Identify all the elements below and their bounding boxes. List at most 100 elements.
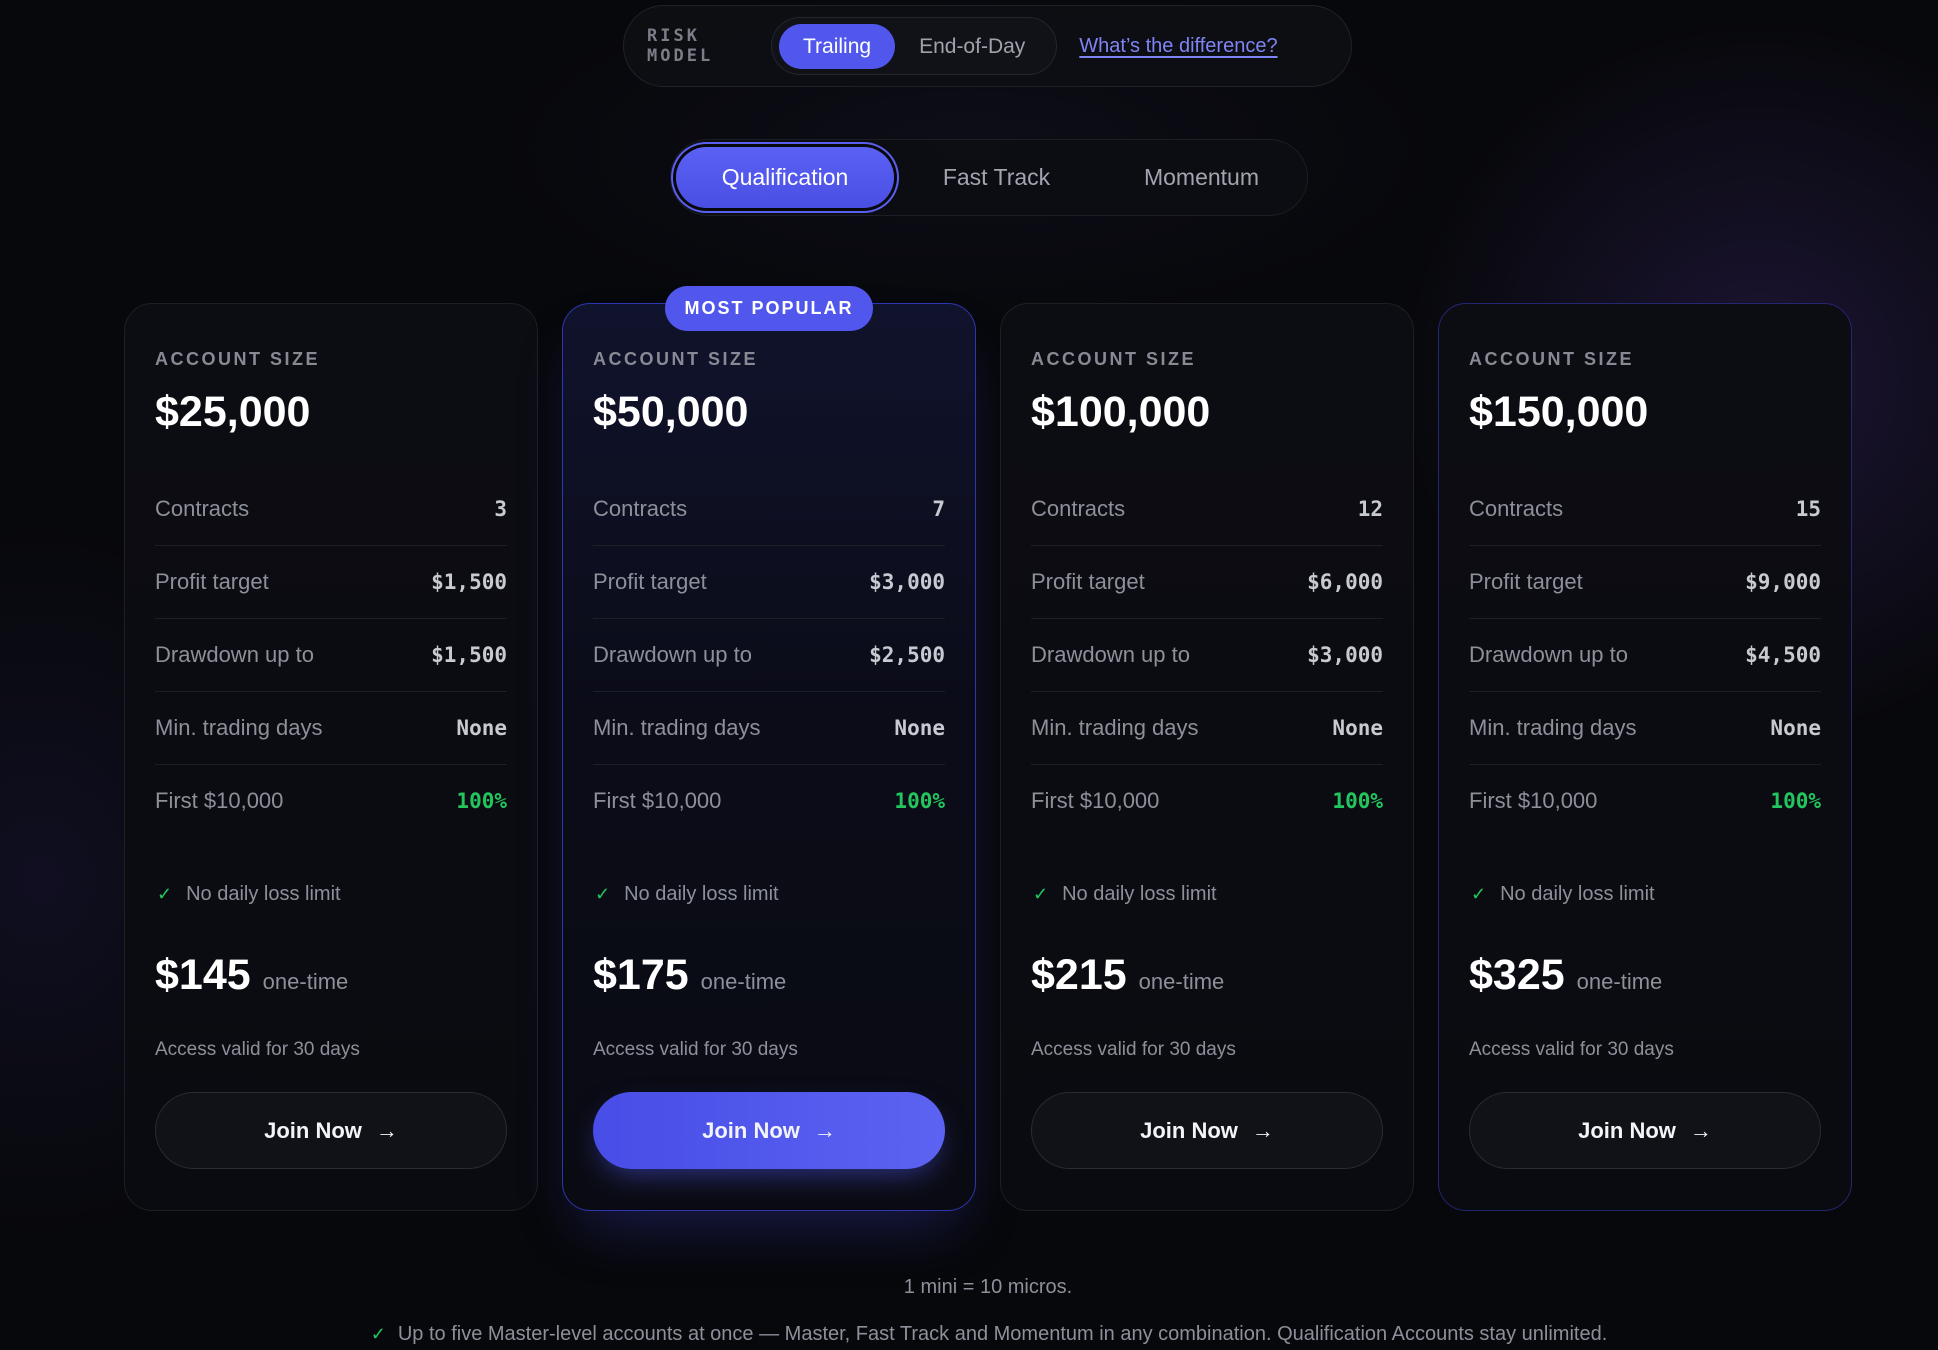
plan-card-150k: ACCOUNT SIZE $150,000 Contracts 15 Profit… xyxy=(1438,303,1852,1211)
access-note: Access valid for 30 days xyxy=(593,1039,798,1060)
row-value: None xyxy=(894,716,945,740)
risk-model-label: RISK MODEL xyxy=(647,26,714,66)
feature-text: No daily loss limit xyxy=(1062,883,1217,905)
plan-row-drawdown: Drawdown up to $1,500 xyxy=(155,619,507,692)
risk-option-end-of-day[interactable]: End-of-Day xyxy=(895,24,1049,69)
tab-fast-track[interactable]: Fast Track xyxy=(894,147,1099,208)
plan-row-contracts: Contracts 12 xyxy=(1031,473,1383,546)
row-value: 3 xyxy=(494,497,507,521)
price: $175 xyxy=(593,951,689,999)
plan-row-min-trading-days: Min. trading days None xyxy=(593,692,945,765)
row-label: Drawdown up to xyxy=(1031,642,1190,667)
plan-row-drawdown: Drawdown up to $2,500 xyxy=(593,619,945,692)
plan-row-min-trading-days: Min. trading days None xyxy=(155,692,507,765)
tab-momentum[interactable]: Momentum xyxy=(1099,147,1304,208)
plan-row-contracts: Contracts 7 xyxy=(593,473,945,546)
plan-row-drawdown: Drawdown up to $4,500 xyxy=(1469,619,1821,692)
join-now-label: Join Now xyxy=(1578,1117,1676,1143)
plan-row-first-10k: First $10,000 100% xyxy=(593,765,945,837)
most-popular-badge: MOST POPULAR xyxy=(665,286,873,331)
row-value: $1,500 xyxy=(431,570,507,594)
price-unit: one-time xyxy=(262,969,349,994)
plan-details: Contracts 12 Profit target $6,000 Drawdown… xyxy=(1031,473,1383,837)
plan-card-100k: ACCOUNT SIZE $100,000 Contracts 12 Profit… xyxy=(1000,303,1414,1211)
join-now-button[interactable]: Join Now → xyxy=(1469,1092,1821,1169)
account-size-value: $50,000 xyxy=(593,388,749,436)
row-label: First $10,000 xyxy=(593,788,722,813)
price: $325 xyxy=(1469,951,1565,999)
row-label: Contracts xyxy=(1469,496,1564,521)
price: $145 xyxy=(155,951,251,999)
row-value: $1,500 xyxy=(431,643,507,667)
row-value: $2,500 xyxy=(869,643,945,667)
plan-row-min-trading-days: Min. trading days None xyxy=(1031,692,1383,765)
row-label: Profit target xyxy=(1031,569,1145,594)
row-value: $9,000 xyxy=(1745,570,1821,594)
row-value: 7 xyxy=(932,497,945,521)
row-label: Min. trading days xyxy=(155,715,323,740)
row-label: Drawdown up to xyxy=(593,642,752,667)
row-value: $3,000 xyxy=(869,570,945,594)
account-size-value: $100,000 xyxy=(1031,388,1211,436)
row-value: 100% xyxy=(1770,789,1821,813)
row-label: Contracts xyxy=(593,496,688,521)
plan-details: Contracts 7 Profit target $3,000 Drawdown … xyxy=(593,473,945,837)
join-now-button[interactable]: Join Now → xyxy=(1031,1092,1383,1169)
plan-row-profit-target: Profit target $9,000 xyxy=(1469,546,1821,619)
row-label: Contracts xyxy=(155,496,250,521)
row-value: 100% xyxy=(456,789,507,813)
feature-item: ✓ No daily loss limit xyxy=(1031,883,1383,906)
risk-option-trailing[interactable]: Trailing xyxy=(779,23,896,69)
feature-text: No daily loss limit xyxy=(1500,883,1655,905)
row-value: $6,000 xyxy=(1307,570,1383,594)
feature-item: ✓ No daily loss limit xyxy=(155,883,507,906)
account-limit-text: Up to five Master-level accounts at once… xyxy=(397,1323,1608,1345)
row-value: None xyxy=(1332,716,1383,740)
row-value: None xyxy=(1770,716,1821,740)
access-note: Access valid for 30 days xyxy=(155,1039,360,1060)
account-size-label: ACCOUNT SIZE xyxy=(593,349,758,369)
account-size-value: $25,000 xyxy=(155,388,311,436)
risk-model-segmented-control: Trailing End-of-Day xyxy=(771,17,1058,75)
row-label: First $10,000 xyxy=(155,788,284,813)
plan-card-50k: MOST POPULAR ACCOUNT SIZE $50,000 Contra… xyxy=(562,286,976,1211)
plan-card-25k: ACCOUNT SIZE $25,000 Contracts 3 Profit t… xyxy=(124,303,538,1211)
price-unit: one-time xyxy=(1576,969,1663,994)
risk-difference-link[interactable]: What’s the difference? xyxy=(1079,35,1277,58)
row-label: Min. trading days xyxy=(593,715,761,740)
row-value: 100% xyxy=(1332,789,1383,813)
feature-item: ✓ No daily loss limit xyxy=(593,883,945,906)
plan-row-min-trading-days: Min. trading days None xyxy=(1469,692,1821,765)
join-now-label: Join Now xyxy=(702,1117,800,1143)
price-unit: one-time xyxy=(700,969,787,994)
feature-text: No daily loss limit xyxy=(186,883,341,905)
plan-row-profit-target: Profit target $3,000 xyxy=(593,546,945,619)
arrow-right-icon: → xyxy=(375,1117,398,1143)
risk-model-toggle: RISK MODEL Trailing End-of-Day What’s th… xyxy=(623,5,1352,87)
row-value: 100% xyxy=(894,789,945,813)
row-label: Profit target xyxy=(1469,569,1583,594)
row-label: Min. trading days xyxy=(1031,715,1199,740)
row-label: Min. trading days xyxy=(1469,715,1637,740)
plan-row-first-10k: First $10,000 100% xyxy=(155,765,507,837)
arrow-right-icon: → xyxy=(1251,1117,1274,1143)
row-label: Drawdown up to xyxy=(1469,642,1628,667)
arrow-right-icon: → xyxy=(1689,1117,1712,1143)
row-label: First $10,000 xyxy=(1469,788,1598,813)
plan-details: Contracts 15 Profit target $9,000 Drawdown… xyxy=(1469,473,1821,837)
check-icon: ✓ xyxy=(1033,884,1049,904)
row-label: Drawdown up to xyxy=(155,642,314,667)
access-note: Access valid for 30 days xyxy=(1469,1039,1674,1060)
check-icon: ✓ xyxy=(370,1324,386,1344)
plan-row-profit-target: Profit target $6,000 xyxy=(1031,546,1383,619)
tab-qualification[interactable]: Qualification xyxy=(676,147,894,208)
join-now-button[interactable]: Join Now → xyxy=(593,1092,945,1169)
price-line: $145 one-time xyxy=(155,951,507,1000)
row-value: $4,500 xyxy=(1745,643,1821,667)
plan-row-contracts: Contracts 3 xyxy=(155,473,507,546)
program-tabs: Qualification Fast Track Momentum xyxy=(670,139,1308,216)
join-now-button[interactable]: Join Now → xyxy=(155,1092,507,1169)
price-line: $215 one-time xyxy=(1031,951,1383,1000)
row-label: Profit target xyxy=(155,569,269,594)
feature-item: ✓ No daily loss limit xyxy=(1469,883,1821,906)
